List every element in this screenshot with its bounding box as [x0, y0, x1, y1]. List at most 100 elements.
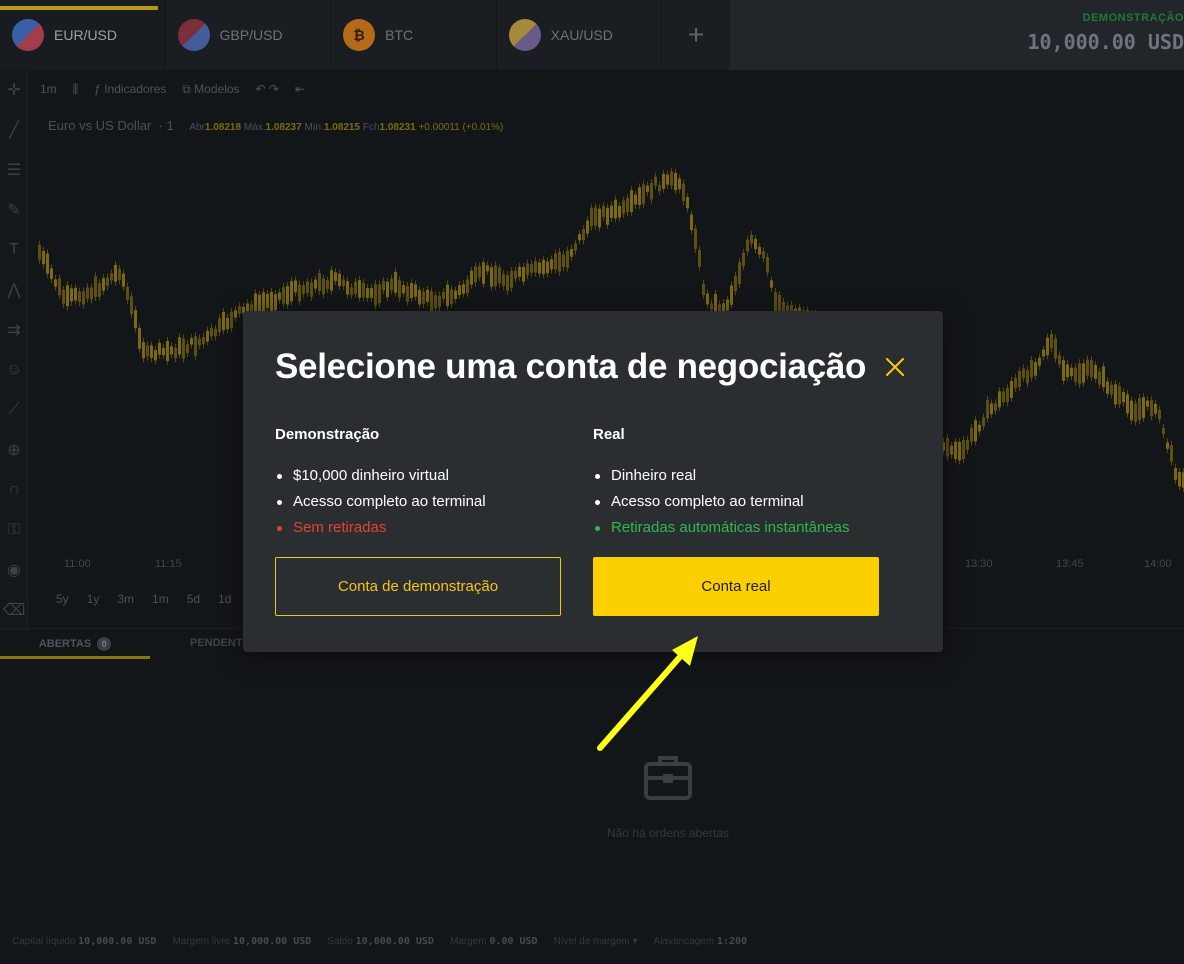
- legend-change: +0.00011 (+0.01%): [418, 122, 504, 133]
- candle: [602, 206, 605, 217]
- tab-btc[interactable]: ₿ BTC: [331, 0, 497, 70]
- candle: [282, 287, 285, 304]
- brush-icon[interactable]: ✎: [0, 190, 28, 230]
- candle: [198, 338, 201, 346]
- tab-gbp-usd[interactable]: GBP/USD: [166, 0, 332, 70]
- range-selector: 5y 1y 3m 1m 5d 1d: [56, 592, 231, 606]
- range-1d[interactable]: 1d: [218, 592, 231, 606]
- emoji-icon[interactable]: ☺: [0, 350, 28, 390]
- candle: [1118, 386, 1121, 405]
- range-1y[interactable]: 1y: [87, 592, 100, 606]
- candle: [1054, 338, 1057, 359]
- account-balance[interactable]: 10,000.00 USD: [1027, 30, 1184, 54]
- close-icon[interactable]: [883, 355, 907, 379]
- candle: [38, 244, 41, 260]
- real-account-button[interactable]: Conta real: [593, 557, 879, 616]
- candle: [1154, 403, 1157, 414]
- time-label: 13:30: [965, 558, 993, 570]
- candle: [174, 348, 177, 359]
- candle: [610, 205, 613, 218]
- fib-icon[interactable]: ☰: [0, 150, 28, 190]
- candle: [594, 207, 597, 226]
- candle: [138, 327, 141, 349]
- candle: [458, 285, 461, 296]
- candle: [190, 338, 193, 345]
- list-item-negative: Sem retiradas: [275, 515, 575, 541]
- trend-line-icon[interactable]: ╱: [0, 110, 28, 150]
- candle: [654, 176, 657, 186]
- candle: [706, 293, 709, 305]
- candle: [962, 439, 965, 460]
- candle: [1050, 333, 1053, 349]
- annotation-arrow-icon: [597, 636, 698, 751]
- candle: [134, 310, 137, 329]
- candle: [406, 285, 409, 302]
- ruler-icon[interactable]: ⟋: [0, 390, 28, 430]
- forecast-icon[interactable]: ⇉: [0, 310, 28, 350]
- candle: [450, 289, 453, 305]
- range-3m[interactable]: 3m: [117, 592, 134, 606]
- candle: [734, 275, 737, 292]
- magnet-icon[interactable]: ∩: [0, 470, 28, 510]
- lock-icon[interactable]: ⚿: [0, 510, 28, 550]
- pattern-icon[interactable]: ⋀: [0, 270, 28, 310]
- candle: [278, 292, 281, 300]
- xau-usd-icon: [508, 19, 541, 51]
- real-account-column: Real Dinheiro real Acesso completo ao te…: [593, 426, 893, 541]
- candle: [678, 178, 681, 190]
- range-5y[interactable]: 5y: [56, 592, 69, 606]
- interval-selector[interactable]: 1m: [40, 82, 57, 96]
- trash-icon[interactable]: ⌫: [0, 590, 28, 630]
- candle: [414, 284, 417, 297]
- time-label: 11:15: [155, 558, 182, 570]
- candle: [334, 272, 337, 281]
- candle: [390, 278, 393, 291]
- candle: [670, 171, 673, 186]
- range-1m[interactable]: 1m: [152, 592, 169, 606]
- zoom-icon[interactable]: ⊕: [0, 430, 28, 470]
- candle: [214, 328, 217, 337]
- candle: [762, 251, 765, 259]
- tab-eur-usd[interactable]: EUR/USD: [0, 0, 166, 70]
- demo-account-column: Demonstração $10,000 dinheiro virtual Ac…: [275, 426, 575, 541]
- text-icon[interactable]: T: [0, 230, 28, 270]
- candle: [582, 229, 585, 241]
- tab-label: XAU/USD: [550, 27, 613, 43]
- candle: [1086, 359, 1089, 376]
- candle: [546, 261, 549, 274]
- instrument-tabs: EUR/USD GBP/USD ₿ BTC XAU/USD +: [0, 0, 730, 70]
- range-5d[interactable]: 5d: [187, 592, 200, 606]
- candle: [302, 285, 305, 294]
- list-item: $10,000 dinheiro virtual: [275, 463, 575, 489]
- tab-xau-usd[interactable]: XAU/USD: [497, 0, 663, 70]
- candle-type-icon[interactable]: ⫼: [73, 82, 79, 97]
- candle: [474, 266, 477, 283]
- eur-usd-flag-icon: [12, 19, 44, 51]
- candle: [54, 279, 57, 287]
- candle: [758, 246, 761, 255]
- demo-account-button[interactable]: Conta de demonstração: [275, 557, 561, 616]
- candle: [550, 259, 553, 270]
- candle: [98, 283, 101, 297]
- indicators-button[interactable]: ƒ Indicadores: [94, 82, 166, 96]
- candle: [154, 350, 157, 361]
- undo-icon[interactable]: ↶ ↷: [256, 82, 279, 96]
- candle: [346, 281, 349, 295]
- candle: [574, 243, 577, 251]
- crosshair-icon[interactable]: ✛: [0, 70, 28, 110]
- footer-value: 0.00 USD: [489, 935, 538, 947]
- add-tab-button[interactable]: +: [662, 0, 730, 70]
- candle: [1106, 381, 1109, 394]
- candle: [966, 439, 969, 450]
- candle: [658, 185, 661, 192]
- account-mode-label[interactable]: DEMONSTRAÇÃO: [1083, 12, 1184, 24]
- candle: [766, 257, 769, 273]
- candle: [1038, 357, 1041, 366]
- open-orders-count: 0: [97, 637, 112, 651]
- candle: [578, 234, 581, 241]
- templates-button[interactable]: ⧉ Modelos: [182, 82, 239, 97]
- candle: [494, 265, 497, 286]
- candle: [478, 266, 481, 278]
- tab-open-orders[interactable]: ABERTAS 0: [0, 629, 150, 659]
- collapse-icon[interactable]: ⇤: [295, 82, 305, 96]
